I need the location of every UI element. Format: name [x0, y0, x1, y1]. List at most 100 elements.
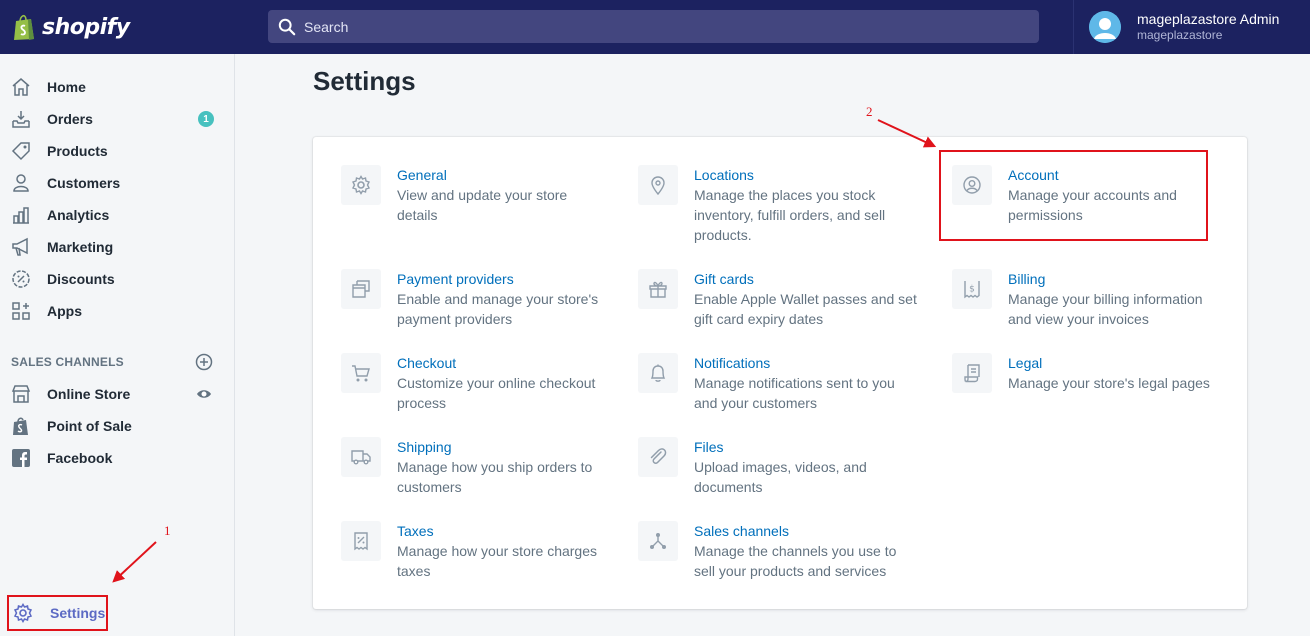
brand-name: shopify: [42, 14, 130, 40]
sidebar-item-home[interactable]: Home: [0, 71, 234, 103]
bell-icon: [638, 353, 678, 393]
setting-description: Manage the channels you use to: [694, 543, 897, 559]
gear-icon: [341, 165, 381, 205]
setting-billing[interactable]: $ Billing Manage your billing informatio…: [952, 269, 1203, 329]
setting-title[interactable]: Taxes: [397, 521, 597, 541]
setting-checkout[interactable]: Checkout Customize your online checkout …: [341, 353, 595, 413]
page-title: Settings: [313, 66, 416, 96]
sidebar-item-label: Orders: [47, 111, 93, 127]
store-icon: [10, 383, 32, 405]
setting-legal[interactable]: Legal Manage your store's legal pages: [952, 353, 1210, 393]
sidebar-item-label: Facebook: [47, 450, 113, 466]
facebook-icon: [10, 447, 32, 469]
bar-chart-icon: [10, 204, 32, 226]
orders-icon: [10, 108, 32, 130]
annotation-step-2: 2: [866, 104, 873, 119]
setting-description: Manage your store's legal pages: [1008, 375, 1210, 391]
setting-description: process: [397, 395, 447, 411]
setting-description: details: [397, 207, 438, 223]
setting-title[interactable]: Checkout: [397, 353, 595, 373]
person-icon: [10, 172, 32, 194]
user-name: mageplazastore Admin: [1137, 11, 1280, 27]
setting-title[interactable]: General: [397, 165, 567, 185]
top-bar: shopify mageplazastore Admin mageplazast…: [0, 0, 1310, 54]
setting-taxes[interactable]: Taxes Manage how your store charges taxe…: [341, 521, 597, 581]
setting-title[interactable]: Locations: [694, 165, 885, 185]
apps-icon: [10, 300, 32, 322]
sidebar-item-label: Settings: [50, 605, 106, 621]
paperclip-icon: [638, 437, 678, 477]
sidebar-item-apps[interactable]: Apps: [0, 295, 234, 327]
setting-notifications[interactable]: Notifications Manage notifications sent …: [638, 353, 895, 413]
setting-title[interactable]: Payment providers: [397, 269, 598, 289]
megaphone-icon: [10, 236, 32, 258]
sidebar-item-label: Home: [47, 79, 86, 95]
setting-title[interactable]: Gift cards: [694, 269, 917, 289]
setting-title[interactable]: Shipping: [397, 437, 592, 457]
sidebar-item-point-of-sale[interactable]: Point of Sale: [0, 410, 234, 442]
svg-text:$: $: [969, 285, 975, 295]
setting-description: customers: [397, 479, 462, 495]
setting-title[interactable]: Sales channels: [694, 521, 896, 541]
sidebar-item-label: Customers: [47, 175, 121, 191]
setting-description: Enable Apple Wallet passes and set: [694, 291, 917, 307]
setting-description: products.: [694, 227, 752, 243]
eye-icon[interactable]: [196, 386, 212, 402]
tax-receipt-icon: [341, 521, 381, 561]
setting-description: inventory, fulfill orders, and sell: [694, 207, 886, 223]
sidebar-item-settings[interactable]: Settings: [7, 595, 108, 631]
orders-count-badge: 1: [198, 111, 214, 127]
sidebar-item-label: Analytics: [47, 207, 110, 223]
add-sales-channel-icon[interactable]: [195, 353, 213, 371]
sidebar-item-products[interactable]: Products: [0, 135, 234, 167]
store-name: mageplazastore: [1137, 28, 1223, 42]
legal-scroll-icon: [952, 353, 992, 393]
setting-files[interactable]: Files Upload images, videos, and documen…: [638, 437, 867, 497]
sidebar-item-customers[interactable]: Customers: [0, 167, 234, 199]
shopify-bag-icon: [14, 14, 34, 40]
setting-description: Manage how you ship orders to: [397, 459, 593, 475]
setting-description: View and update your store: [397, 187, 568, 203]
setting-description: documents: [694, 479, 763, 495]
truck-icon: [341, 437, 381, 477]
sidebar-item-marketing[interactable]: Marketing: [0, 231, 234, 263]
setting-description: Manage the places you stock: [694, 187, 876, 203]
sidebar-item-label: Online Store: [47, 386, 131, 402]
sidebar-item-discounts[interactable]: Discounts: [0, 263, 234, 295]
account-menu[interactable]: mageplazastore Admin mageplazastore: [1073, 0, 1310, 54]
setting-locations[interactable]: Locations Manage the places you stock in…: [638, 165, 885, 245]
setting-title[interactable]: Billing: [1008, 269, 1203, 289]
setting-title[interactable]: Legal: [1008, 353, 1210, 373]
sidebar-item-facebook[interactable]: Facebook: [0, 442, 234, 474]
setting-description: gift card expiry dates: [694, 311, 824, 327]
sidebar-item-online-store[interactable]: Online Store: [0, 378, 234, 410]
gift-icon: [638, 269, 678, 309]
sidebar-item-label: Marketing: [47, 239, 114, 255]
sidebar-item-orders[interactable]: Orders 1: [0, 103, 234, 135]
search-bar[interactable]: [268, 10, 1039, 43]
setting-general[interactable]: General View and update your store detai…: [341, 165, 567, 225]
sales-channels-heading: SALES CHANNELS: [11, 355, 124, 369]
setting-description: Customize your online checkout: [397, 375, 596, 391]
setting-title[interactable]: Notifications: [694, 353, 895, 373]
setting-description: Upload images, videos, and: [694, 459, 867, 475]
setting-title[interactable]: Files: [694, 437, 867, 457]
billing-icon: $: [952, 269, 992, 309]
discount-icon: [10, 268, 32, 290]
setting-payment-providers[interactable]: Payment providers Enable and manage your…: [341, 269, 598, 329]
shopify-logo[interactable]: shopify: [0, 0, 235, 54]
search-input[interactable]: [304, 18, 1004, 35]
setting-shipping[interactable]: Shipping Manage how you ship orders to c…: [341, 437, 592, 497]
sidebar-item-label: Apps: [47, 303, 82, 319]
user-avatar-icon: [1089, 11, 1121, 43]
tag-icon: [10, 140, 32, 162]
avatar: [1089, 11, 1121, 43]
setting-sales-channels[interactable]: Sales channels Manage the channels you u…: [638, 521, 896, 581]
setting-description: and view your invoices: [1008, 311, 1149, 327]
sidebar-item-label: Discounts: [47, 271, 115, 287]
gear-icon: [12, 602, 34, 624]
setting-gift-cards[interactable]: Gift cards Enable Apple Wallet passes an…: [638, 269, 917, 329]
setting-description: and your customers: [694, 395, 817, 411]
sidebar-item-analytics[interactable]: Analytics: [0, 199, 234, 231]
setting-description: payment providers: [397, 311, 513, 327]
